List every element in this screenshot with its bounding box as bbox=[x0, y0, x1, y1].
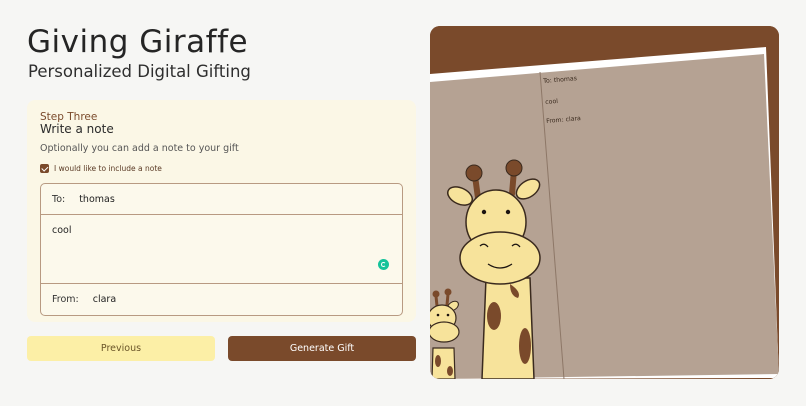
message-textarea[interactable]: cool bbox=[52, 225, 72, 236]
brand-subtitle: Personalized Digital Gifting bbox=[28, 62, 251, 81]
previous-button[interactable]: Previous bbox=[27, 336, 215, 361]
generate-gift-button[interactable]: Generate Gift bbox=[228, 336, 416, 361]
giraffe-illustration bbox=[430, 26, 779, 379]
note-step-card: Step Three Write a note Optionally you c… bbox=[27, 100, 416, 322]
grammarly-icon[interactable] bbox=[378, 259, 389, 270]
step-title: Write a note bbox=[40, 122, 114, 136]
include-note-option[interactable]: I would like to include a note bbox=[40, 164, 162, 173]
gift-preview: To: thomas cool From: clara bbox=[430, 26, 779, 379]
to-label: To: bbox=[52, 193, 66, 205]
to-input[interactable]: thomas bbox=[79, 194, 115, 205]
checkbox-checked-icon[interactable] bbox=[40, 164, 49, 173]
from-label: From: bbox=[52, 294, 79, 305]
note-form: To: thomas cool From: clara bbox=[40, 183, 403, 316]
include-note-label[interactable]: I would like to include a note bbox=[54, 164, 162, 173]
preview-message: cool bbox=[545, 97, 559, 106]
from-input[interactable]: clara bbox=[93, 294, 116, 305]
brand-title: Giving Giraffe bbox=[27, 24, 249, 60]
from-field[interactable]: From: clara bbox=[41, 283, 402, 315]
to-field[interactable]: To: thomas bbox=[41, 184, 402, 215]
step-description: Optionally you can add a note to your gi… bbox=[40, 143, 239, 154]
